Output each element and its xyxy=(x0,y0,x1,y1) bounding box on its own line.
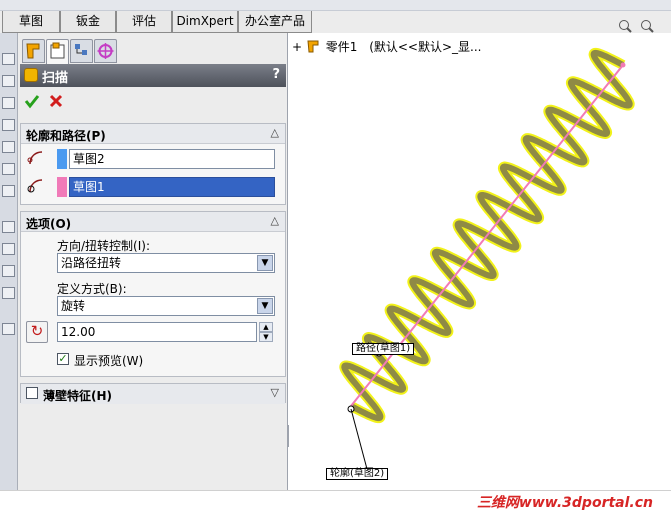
ok-button[interactable] xyxy=(24,93,40,109)
zoom-fit-icon[interactable] xyxy=(618,19,632,36)
feature-tree-icon xyxy=(26,43,40,59)
cancel-button[interactable] xyxy=(48,93,64,109)
group-header[interactable]: 轮廓和路径(P) △ xyxy=(21,124,285,144)
help-button[interactable]: ? xyxy=(272,67,280,82)
spin-up-icon[interactable]: ▲ xyxy=(259,322,273,332)
group-header[interactable]: 薄壁特征(H) ▽ xyxy=(21,384,285,404)
dimxpert-manager-tab[interactable] xyxy=(94,39,117,63)
cube-icon[interactable] xyxy=(2,53,15,65)
tab-office-products[interactable]: 办公室产品 xyxy=(238,11,312,33)
collapse-up-icon[interactable]: △ xyxy=(271,214,279,227)
tab-sheet-metal[interactable]: 钣金 xyxy=(60,11,116,33)
manager-tabs xyxy=(18,39,288,65)
chevron-down-icon[interactable]: ▼ xyxy=(257,298,273,314)
cube-icon[interactable] xyxy=(2,163,15,175)
property-manager-tab[interactable] xyxy=(46,39,69,65)
profile-callout[interactable]: 轮廓(草图2) xyxy=(326,468,389,480)
profile-field[interactable]: 草图1 xyxy=(69,177,275,197)
tab-evaluate[interactable]: 评估 xyxy=(116,11,172,33)
cube-icon[interactable] xyxy=(2,97,15,109)
spin-down-icon[interactable]: ▼ xyxy=(259,332,273,342)
sketch-tool-icon[interactable] xyxy=(2,265,15,277)
thin-feature-group: 薄壁特征(H) ▽ xyxy=(20,383,286,404)
path-color-swatch xyxy=(57,149,67,169)
path-selection-icon xyxy=(26,148,46,168)
sweep-preview xyxy=(339,47,635,470)
sketch-tool-icon[interactable] xyxy=(2,221,15,233)
cube-icon[interactable] xyxy=(2,141,15,153)
orientation-value: 沿路径扭转 xyxy=(61,256,122,270)
sketch-tool-icon[interactable] xyxy=(2,323,15,335)
crosshair-icon xyxy=(97,43,114,59)
orientation-label: 方向/扭转控制(I): xyxy=(57,239,150,253)
orientation-select[interactable]: 沿路径扭转 ▼ xyxy=(57,253,275,273)
group-header[interactable]: 选项(O) △ xyxy=(21,212,285,232)
profile-color-swatch xyxy=(57,177,67,197)
cube-icon[interactable] xyxy=(2,75,15,87)
tab-sketch[interactable]: 草图 xyxy=(2,11,60,33)
chevron-down-icon[interactable]: ▼ xyxy=(257,255,273,271)
show-preview-checkbox[interactable]: ✓ xyxy=(57,353,69,365)
rotate-icon: ↻ xyxy=(30,322,44,340)
collapse-up-icon[interactable]: △ xyxy=(271,126,279,139)
view-toolbar-strip xyxy=(0,33,18,490)
group-title: 选项(O) xyxy=(26,217,72,231)
property-manager-panel: 扫描 ? 轮廓和路径(P) △ 草图2 草图1 选项(O) △ 方向/扭转控制(… xyxy=(18,33,288,490)
zoom-area-icon[interactable] xyxy=(640,19,654,36)
top-toolbar-strip xyxy=(0,0,671,11)
path-end-point xyxy=(620,62,626,68)
define-label: 定义方式(B): xyxy=(57,282,127,296)
sketch-tool-icon[interactable] xyxy=(2,243,15,255)
cube-icon[interactable] xyxy=(2,185,15,197)
expand-down-icon[interactable]: ▽ xyxy=(271,386,279,399)
options-group: 选项(O) △ 方向/扭转控制(I): 沿路径扭转 ▼ 定义方式(B): 旋转 … xyxy=(20,211,286,377)
show-preview-label: 显示预览(W) xyxy=(74,354,144,368)
configuration-manager-tab[interactable] xyxy=(70,39,93,63)
profile-path-group: 轮廓和路径(P) △ 草图2 草图1 xyxy=(20,123,286,205)
feature-header: 扫描 ? xyxy=(20,64,286,87)
group-title: 轮廓和路径(P) xyxy=(26,129,106,143)
feature-manager-tab[interactable] xyxy=(22,39,45,63)
define-select[interactable]: 旋转 ▼ xyxy=(57,296,275,316)
path-field[interactable]: 草图2 xyxy=(69,149,275,169)
status-area: 三维网www.3dportal.cn xyxy=(0,490,671,512)
graphics-area[interactable]: + 零件1 (默认<<默认>_显... 路径(草图1) 轮廓(草图2) xyxy=(289,33,671,490)
cube-icon[interactable] xyxy=(2,119,15,131)
tab-dimxpert[interactable]: DimXpert xyxy=(172,11,238,33)
reverse-direction-button[interactable]: ↻ xyxy=(26,321,48,343)
thin-feature-checkbox[interactable] xyxy=(26,387,38,399)
property-icon xyxy=(50,42,65,59)
sketch-tool-icon[interactable] xyxy=(2,287,15,299)
group-title: 薄壁特征(H) xyxy=(43,389,113,403)
site-watermark: 三维网www.3dportal.cn xyxy=(476,495,653,511)
path-callout[interactable]: 路径(草图1) xyxy=(352,343,415,355)
check-icon xyxy=(24,95,40,109)
twist-angle-input[interactable]: 12.00 xyxy=(57,322,257,342)
close-icon xyxy=(49,94,63,108)
command-manager-tabs: 草图 钣金 评估 DimXpert 办公室产品 xyxy=(0,11,671,33)
define-value: 旋转 xyxy=(61,299,86,313)
sweep-icon xyxy=(24,68,38,82)
twist-angle-spinner: ▲ ▼ xyxy=(259,322,273,342)
profile-selection-icon xyxy=(26,176,46,196)
configuration-icon xyxy=(75,44,87,55)
feature-title: 扫描 xyxy=(42,71,69,86)
